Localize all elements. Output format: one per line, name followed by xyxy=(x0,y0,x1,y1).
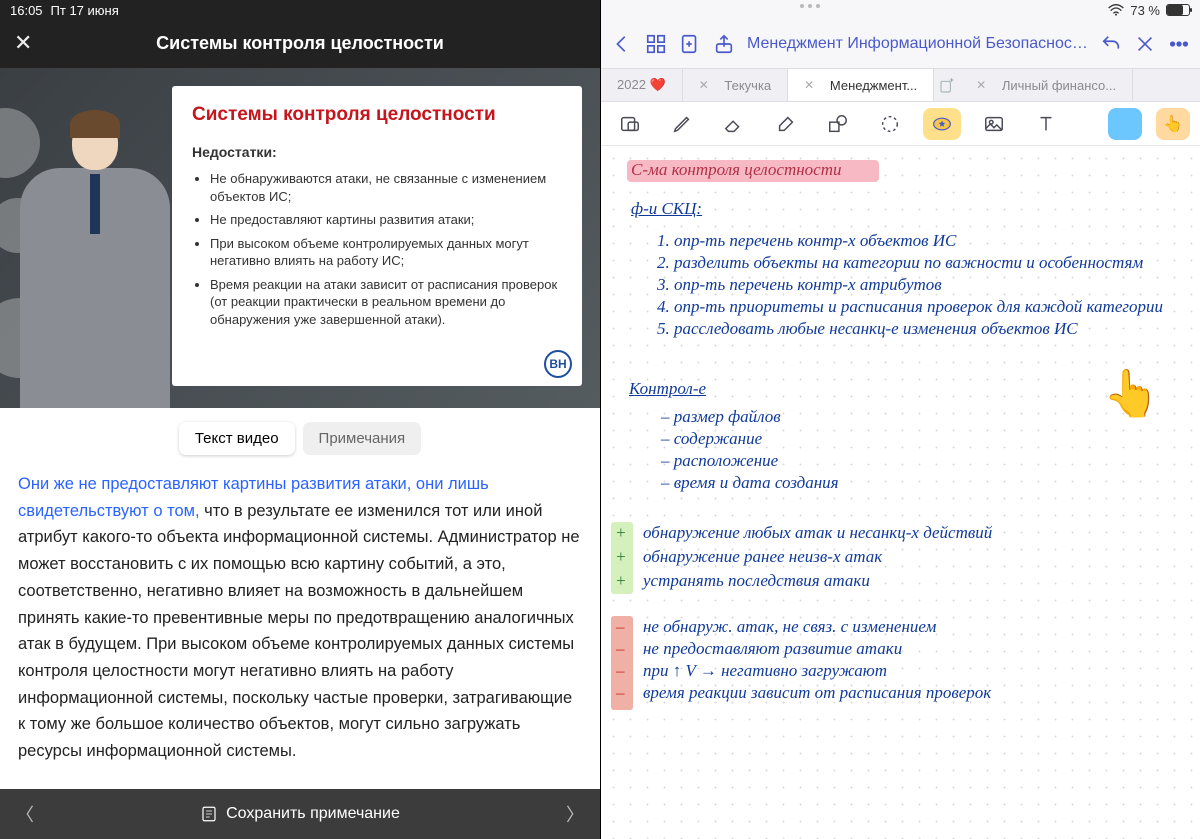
note-line: Контрол-е xyxy=(629,380,706,397)
plus-sym: + xyxy=(615,524,626,541)
eraser-tool-icon[interactable] xyxy=(715,108,753,140)
new-tab-icon[interactable] xyxy=(939,78,955,94)
slide-subheading: Недостатки: xyxy=(192,144,562,160)
note-line: 1. опр-ть перечень контр-х объектов ИС xyxy=(657,232,956,249)
lecturer-figure xyxy=(20,88,170,408)
minus-sym: – xyxy=(616,640,625,657)
highlighter-tool-icon[interactable] xyxy=(767,108,805,140)
color-swatch[interactable] xyxy=(1108,108,1142,140)
document-tabs: 2022 ❤️ ✕ Текучка ✕ Менеджмент... ✕ Личн… xyxy=(601,68,1200,102)
doc-tab[interactable]: 2022 ❤️ xyxy=(601,69,683,101)
doc-tab-label: Личный финансо... xyxy=(1002,78,1116,93)
note-line: 3. опр-ть перечень контр-х атрибутов xyxy=(657,276,942,293)
doc-tab-label: 2022 ❤️ xyxy=(617,77,666,93)
slide-bullet: При высоком объеме контролируемых данных… xyxy=(210,235,562,270)
notes-app: Менеджмент Информационной Безопасности 2… xyxy=(600,0,1200,839)
note-line: – содержание xyxy=(661,430,762,447)
pen-tool-icon[interactable] xyxy=(663,108,701,140)
undo-icon[interactable] xyxy=(1100,33,1122,55)
notes-toolbar-top: Менеджмент Информационной Безопасности xyxy=(601,0,1200,68)
lecture-slide: Системы контроля целостности Недостатки:… xyxy=(172,86,582,386)
note-title: С-ма контроля целостности xyxy=(631,161,842,178)
note-line: не обнаруж. атак, не связ. с изменением xyxy=(643,618,936,635)
favorites-tool-icon[interactable] xyxy=(923,108,961,140)
note-line: при ↑ V → негативно загружают xyxy=(643,662,887,679)
note-line: – расположение xyxy=(661,452,778,469)
doc-tab-label: Текучка xyxy=(724,78,771,93)
close-icon[interactable] xyxy=(1134,33,1156,55)
tab-notes[interactable]: Примечания xyxy=(303,422,422,455)
image-tool-icon[interactable] xyxy=(975,108,1013,140)
next-button[interactable]: 〉 xyxy=(550,801,600,827)
note-canvas[interactable]: С-ма контроля целостности ф-и СКЦ: 1. оп… xyxy=(601,146,1200,839)
note-icon xyxy=(200,805,218,823)
note-line: – время и дата создания xyxy=(661,474,839,491)
minus-sym: – xyxy=(616,618,625,635)
note-sub: ф-и СКЦ: xyxy=(631,200,702,217)
note-line: 5. расследовать любые несанкц-е изменени… xyxy=(657,320,1078,337)
close-icon[interactable]: ✕ xyxy=(14,30,32,56)
document-title[interactable]: Менеджмент Информационной Безопасности xyxy=(747,35,1088,53)
save-note-button[interactable]: Сохранить примечание xyxy=(60,805,540,823)
doc-tab[interactable]: ✕ Личный финансо... xyxy=(960,69,1133,101)
minus-sym: – xyxy=(616,684,625,701)
tab-transcript[interactable]: Текст видео xyxy=(179,422,295,455)
back-icon[interactable] xyxy=(611,33,633,55)
shape-tool-icon[interactable] xyxy=(819,108,857,140)
note-line: обнаружение ранее неизв-х атак xyxy=(643,548,882,565)
doc-tab[interactable]: ✕ Менеджмент... xyxy=(788,69,934,101)
transcript-body: что в результате ее изменился тот или ин… xyxy=(18,502,580,760)
add-page-icon[interactable] xyxy=(679,33,701,55)
thumbnails-icon[interactable] xyxy=(645,33,667,55)
slide-bullet: Не обнаруживаются атаки, не связанные с … xyxy=(210,170,562,205)
course-header: ✕ Системы контроля целостности xyxy=(0,0,600,68)
tab-close-icon[interactable]: ✕ xyxy=(976,78,986,92)
doc-tab-label: Менеджмент... xyxy=(830,78,917,93)
note-line: устранять последствия атаки xyxy=(643,572,870,589)
prev-button[interactable]: 〈 xyxy=(0,801,50,827)
note-line: время реакции зависит от расписания пров… xyxy=(643,684,991,701)
note-line: 4. опр-ть приоритеты и расписания провер… xyxy=(657,298,1163,315)
zoom-tool-icon[interactable] xyxy=(611,108,649,140)
university-logo: ВН xyxy=(544,350,572,378)
pointer-preset[interactable]: 👆 xyxy=(1156,108,1190,140)
transcript-text[interactable]: Они же не предоставляют картины развития… xyxy=(0,465,600,789)
tab-close-icon[interactable]: ✕ xyxy=(804,78,814,92)
bottom-toolbar: 〈 Сохранить примечание 〉 xyxy=(0,789,600,839)
note-line: 2. разделить объекты на категории по важ… xyxy=(657,254,1143,271)
more-icon[interactable] xyxy=(1168,33,1190,55)
plus-sym: + xyxy=(615,572,626,589)
slide-bullet: Время реакции на атаки зависит от распис… xyxy=(210,276,562,329)
course-title: Системы контроля целостности xyxy=(156,33,444,54)
minus-sym: – xyxy=(616,662,625,679)
tab-close-icon[interactable]: ✕ xyxy=(699,78,709,92)
drawing-toolbar: 👆 xyxy=(601,102,1200,146)
doc-tab[interactable]: ✕ Текучка xyxy=(683,69,788,101)
lecture-video[interactable]: Системы контроля целостности Недостатки:… xyxy=(0,68,600,408)
plus-sym: + xyxy=(615,548,626,565)
pointer-sticker: 👆 xyxy=(1103,366,1160,421)
note-line: не предоставляют развитие атаки xyxy=(643,640,902,657)
text-tool-icon[interactable] xyxy=(1027,108,1065,140)
course-app: ✕ Системы контроля целостности Системы к… xyxy=(0,0,600,839)
share-icon[interactable] xyxy=(713,33,735,55)
content-tabs: Текст видео Примечания xyxy=(0,408,600,465)
lasso-tool-icon[interactable] xyxy=(871,108,909,140)
note-line: обнаружение любых атак и несанкц-х дейст… xyxy=(643,524,992,541)
slide-bullet: Не предоставляют картины развития атаки; xyxy=(210,211,562,229)
slide-heading: Системы контроля целостности xyxy=(192,104,562,126)
note-line: – размер файлов xyxy=(661,408,781,425)
save-note-label: Сохранить примечание xyxy=(226,805,400,823)
